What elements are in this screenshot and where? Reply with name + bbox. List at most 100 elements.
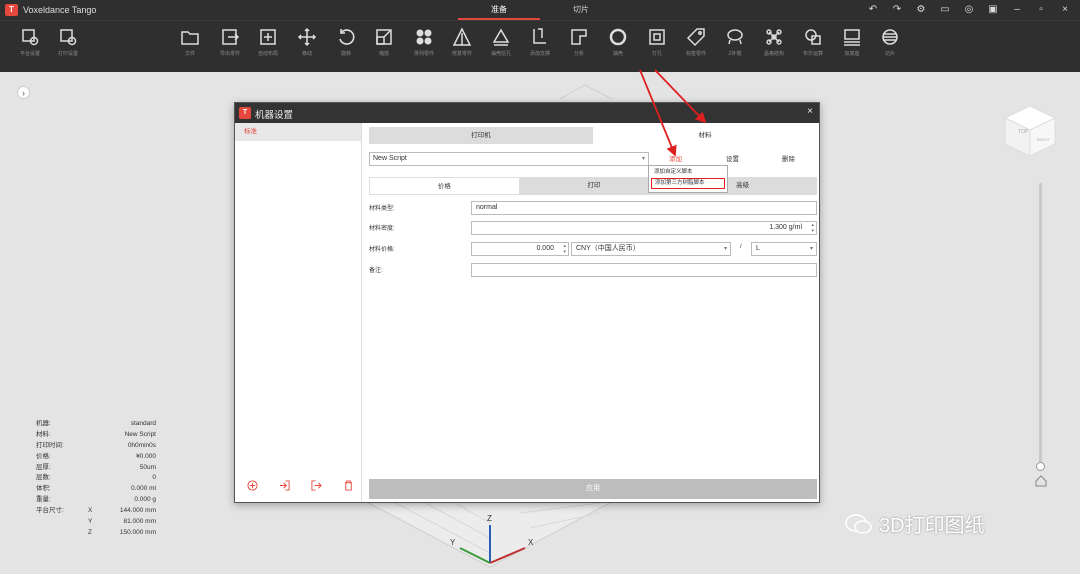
slice-button[interactable]: 切片 [870, 27, 910, 57]
label-icon [686, 27, 706, 47]
material-type-input[interactable]: normal [471, 201, 817, 215]
info-axis: Y [88, 518, 93, 526]
tab-printer[interactable]: 打印机 [369, 127, 593, 144]
machine-settings-dialog: T 机器设置 × 标准 打印机 材料 New Script ▾ 添加 设置 删除… [234, 102, 820, 503]
close-icon[interactable]: × [807, 106, 813, 117]
feedback-icon[interactable]: ▭ [936, 2, 954, 18]
remark-row: 备注: [369, 263, 817, 277]
add-third-party-script-item[interactable]: 添加第三方树脂脚本 [651, 178, 725, 189]
unit-select[interactable]: L ▾ [751, 242, 817, 256]
display-icon[interactable]: ▣ [984, 2, 1002, 18]
home-icon[interactable] [1035, 475, 1047, 487]
support-icon [530, 27, 550, 47]
zoom-slider-track[interactable] [1039, 183, 1042, 465]
lattice-button[interactable]: 晶格结构 [754, 27, 794, 57]
platform-settings-button[interactable]: 平台设置 [10, 27, 50, 57]
info-key: 机器: [36, 420, 51, 427]
price-row: 材料价格: 0.000 ▴ ▾ CNY（中国人民币） ▾ / L ▾ [369, 242, 817, 256]
machine-list-panel: 标准 [235, 123, 362, 502]
base-button[interactable]: 加底座 [832, 27, 872, 57]
tab-print[interactable]: 打印 [519, 177, 669, 195]
redo-icon[interactable]: ↷ [888, 2, 906, 18]
rotate-button[interactable]: 旋转 [326, 27, 366, 57]
info-key [36, 517, 88, 528]
add-custom-script-item[interactable]: 添加自定义脚本 [649, 166, 727, 178]
info-row: 体积: 0.000 ml [36, 484, 156, 495]
dialog-title: 机器设置 [255, 110, 294, 121]
info-value: 50um [139, 463, 156, 471]
svg-text:TOP: TOP [1018, 129, 1029, 135]
shell-button[interactable]: 抽壳 [598, 27, 638, 57]
tab-prepare[interactable]: 准备 [458, 0, 540, 20]
info-axis [88, 430, 98, 441]
label-button[interactable]: 标签零件 [676, 27, 716, 57]
info-key: 重量: [36, 496, 51, 504]
export-machine-icon[interactable] [311, 480, 322, 491]
import-machine-icon[interactable] [279, 480, 290, 491]
import-button[interactable]: 导出零件 [210, 27, 250, 57]
add-script-dropdown: 添加自定义脚本 添加第三方树脂脚本 [648, 165, 728, 193]
file-button[interactable]: 文件 [170, 27, 210, 57]
lattice-icon [764, 27, 784, 47]
folder-icon [180, 27, 200, 47]
currency-select[interactable]: CNY（中国人民币） ▾ [571, 242, 731, 256]
top-tabs: 打印机 材料 [369, 127, 817, 144]
repair-button[interactable]: 修复零件 [442, 27, 482, 57]
print-settings-button[interactable]: 打印设置 [48, 27, 88, 57]
info-key: 层数: [36, 474, 51, 482]
info-axis: Z [88, 528, 92, 536]
info-key: 打印时间: [36, 441, 64, 449]
script-select[interactable]: New Script ▾ [369, 152, 649, 166]
maximize-icon[interactable]: ▫ [1032, 2, 1050, 18]
nest-button[interactable]: 排列零件 [404, 27, 444, 57]
add-script-button[interactable]: 添加 [669, 153, 682, 163]
tab-slice[interactable]: 切片 [540, 0, 622, 20]
move-button[interactable]: 移动 [287, 27, 327, 57]
support-button[interactable]: 添加支撑 [520, 27, 560, 57]
remark-input[interactable] [471, 263, 817, 277]
punch-button[interactable]: 打孔 [637, 27, 677, 57]
info-key: 价格: [36, 452, 51, 460]
undo-icon[interactable]: ↶ [864, 2, 882, 18]
spinner-icon[interactable]: ▴ ▾ [563, 243, 566, 255]
move-icon [297, 27, 317, 47]
density-input[interactable]: 1.300 g/ml ▴ ▾ [471, 221, 817, 235]
boolean-button[interactable]: 布尔运算 [793, 27, 833, 57]
tab-material[interactable]: 材料 [593, 127, 817, 144]
info-row: Y 81.000 mm [36, 517, 156, 528]
boolean-icon [803, 27, 823, 47]
wechat-icon [845, 513, 872, 534]
machine-item[interactable]: 标准 [235, 123, 361, 141]
import-icon [220, 27, 240, 47]
info-axis [88, 419, 98, 430]
view-cube[interactable]: TOP RIGHT [1000, 101, 1060, 161]
analysis-button[interactable]: 分析 [559, 27, 599, 57]
tab-price[interactable]: 价格 [369, 177, 520, 195]
info-row: 平台尺寸: X 144.000 mm [36, 506, 156, 517]
zoom-slider-handle[interactable] [1036, 462, 1045, 471]
auto-layout-button[interactable]: 自动布局 [248, 27, 288, 57]
delete-machine-icon[interactable] [343, 480, 354, 491]
script-settings-button[interactable]: 设置 [726, 153, 739, 163]
add-machine-icon[interactable] [247, 480, 258, 491]
delete-script-button[interactable]: 删除 [782, 153, 795, 163]
hollow-button[interactable]: 抽壳挖孔 [481, 27, 521, 57]
close-icon[interactable]: × [1056, 2, 1074, 18]
material-type-row: 材料类型: normal [369, 201, 817, 215]
z-comp-button[interactable]: Z补偿 [715, 27, 755, 57]
info-row: 机器: standard [36, 419, 156, 430]
gear-icon[interactable]: ⚙ [912, 2, 930, 18]
spinner-icon[interactable]: ▴ ▾ [811, 222, 814, 234]
chevron-down-icon: ▾ [723, 246, 727, 252]
info-value: standard [130, 420, 156, 427]
scale-button[interactable]: 缩放 [364, 27, 404, 57]
apply-button[interactable]: 应用 [369, 479, 817, 499]
script-row: New Script ▾ 添加 设置 删除 [369, 152, 817, 166]
dialog-logo: T [239, 107, 251, 119]
user-icon[interactable]: ◎ [960, 2, 978, 18]
svg-text:X: X [528, 538, 534, 547]
expand-panel-button[interactable]: › [17, 86, 30, 99]
minimize-icon[interactable]: – [1008, 2, 1026, 18]
price-input[interactable]: 0.000 ▴ ▾ [471, 242, 569, 256]
print-settings-icon [58, 27, 78, 47]
